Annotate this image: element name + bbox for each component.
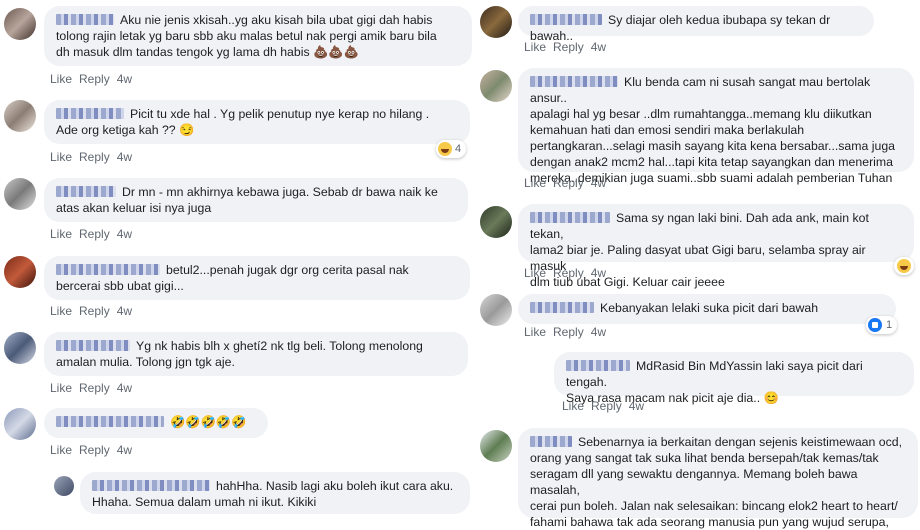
commenter-name[interactable] xyxy=(56,264,160,275)
timestamp[interactable]: 4w xyxy=(117,227,132,241)
timestamp[interactable]: 4w xyxy=(591,176,606,190)
timestamp[interactable]: 4w xyxy=(117,72,132,86)
avatar[interactable] xyxy=(480,430,512,462)
avatar[interactable] xyxy=(4,408,36,440)
commenter-name[interactable] xyxy=(530,76,618,87)
comment-text: Sebenarnya ia berkaitan dengan sejenis k… xyxy=(530,435,903,529)
commenter-name[interactable] xyxy=(56,14,114,25)
comment-bubble: MdRasid Bin MdYassin laki saya picit dar… xyxy=(554,352,914,405)
like-link[interactable]: Like xyxy=(50,443,72,457)
comment-actions: Like Reply 4w xyxy=(562,399,651,413)
reply-link[interactable]: Reply xyxy=(79,72,110,86)
comment-bubble: hahHha. Nasib lagi aku boleh ikut cara a… xyxy=(80,472,470,514)
comment-bubble: Yg nk habis blh x ghetí2 nk tlg beli. To… xyxy=(44,332,468,376)
emoji: 💩💩💩 xyxy=(313,45,359,59)
like-link[interactable]: Like xyxy=(562,399,584,413)
like-link[interactable]: Like xyxy=(524,266,546,280)
commenter-name[interactable] xyxy=(530,436,572,447)
reaction-count[interactable]: 4 xyxy=(436,140,467,158)
avatar[interactable] xyxy=(480,6,512,38)
reply-link[interactable]: Reply xyxy=(79,443,110,457)
avatar[interactable] xyxy=(54,476,74,496)
avatar[interactable] xyxy=(480,294,512,326)
reply-link[interactable]: Reply xyxy=(79,381,110,395)
like-reaction-icon xyxy=(868,318,882,332)
commenter-name[interactable] xyxy=(92,480,210,491)
comment-bubble: Kebanyakan lelaki suka picit dari bawah xyxy=(518,294,896,324)
like-link[interactable]: Like xyxy=(50,304,72,318)
comment-actions: Like Reply 4w xyxy=(524,176,613,190)
reply-link[interactable]: Reply xyxy=(553,325,584,339)
comment-actions: Like Reply 4w xyxy=(524,40,613,54)
timestamp[interactable]: 4w xyxy=(629,399,644,413)
comment-bubble: Sebenarnya ia berkaitan dengan sejenis k… xyxy=(518,428,918,529)
timestamp[interactable]: 4w xyxy=(591,266,606,280)
comment-bubble: Klu benda cam ni susah sangat mau bertol… xyxy=(518,68,914,185)
commenter-name[interactable] xyxy=(56,108,124,119)
haha-reaction-icon xyxy=(438,142,452,156)
emoji: 🤣🤣🤣🤣🤣 xyxy=(170,415,247,429)
like-link[interactable]: Like xyxy=(50,227,72,241)
reply-link[interactable]: Reply xyxy=(553,176,584,190)
commenter-name[interactable] xyxy=(56,416,164,427)
comment-actions: Like Reply 4w xyxy=(50,443,139,457)
timestamp[interactable]: 4w xyxy=(117,150,132,164)
comment-text: Klu benda cam ni susah sangat mau bertol… xyxy=(530,75,896,185)
emoji: 😊 xyxy=(763,391,779,405)
comment-actions: Like Reply 4w xyxy=(50,227,139,241)
comment-actions: Like Reply 4w xyxy=(524,266,613,280)
comment-bubble: Aku nie jenis xkisah..yg aku kisah bila … xyxy=(44,6,472,66)
comment-bubble: Sama sy ngan laki bini. Dah ada ank, mai… xyxy=(518,204,914,289)
commenter-name[interactable] xyxy=(530,14,602,25)
commenter-name[interactable] xyxy=(530,212,610,223)
timestamp[interactable]: 4w xyxy=(591,325,606,339)
haha-reaction-icon xyxy=(897,259,911,273)
reply-link[interactable]: Reply xyxy=(79,227,110,241)
avatar[interactable] xyxy=(4,178,36,210)
like-link[interactable]: Like xyxy=(524,325,546,339)
commenter-name[interactable] xyxy=(566,360,630,371)
commenter-name[interactable] xyxy=(56,186,116,197)
comment-bubble: betul2...penah jugak dgr org cerita pasa… xyxy=(44,256,470,300)
avatar[interactable] xyxy=(4,100,36,132)
timestamp[interactable]: 4w xyxy=(591,40,606,54)
comment-actions: Like Reply 4w xyxy=(50,150,139,164)
avatar[interactable] xyxy=(480,206,512,238)
reply-link[interactable]: Reply xyxy=(553,266,584,280)
avatar[interactable] xyxy=(4,256,36,288)
comment-bubble: Sy diajar oleh kedua ibubapa sy tekan dr… xyxy=(518,6,874,43)
reaction-count[interactable] xyxy=(894,257,914,275)
like-link[interactable]: Like xyxy=(524,40,546,54)
comment-actions: Like Reply 4w xyxy=(50,72,139,86)
avatar[interactable] xyxy=(4,8,36,40)
comment-bubble: 🤣🤣🤣🤣🤣 xyxy=(44,408,268,438)
reply-link[interactable]: Reply xyxy=(591,399,622,413)
like-link[interactable]: Like xyxy=(50,72,72,86)
avatar[interactable] xyxy=(480,70,512,102)
reply-link[interactable]: Reply xyxy=(79,150,110,164)
timestamp[interactable]: 4w xyxy=(117,381,132,395)
like-link[interactable]: Like xyxy=(50,381,72,395)
comment-bubble: Picit tu xde hal . Yg pelik penutup nye … xyxy=(44,100,470,144)
emoji: 😏 xyxy=(179,123,195,137)
comment-actions: Like Reply 4w xyxy=(50,381,139,395)
comment-bubble: Dr mn - mn akhirnya kebawa juga. Sebab d… xyxy=(44,178,468,222)
reaction-count[interactable]: 1 xyxy=(866,316,898,334)
comment-actions: Like Reply 4w xyxy=(50,304,139,318)
commenter-name[interactable] xyxy=(530,302,594,313)
timestamp[interactable]: 4w xyxy=(117,443,132,457)
like-link[interactable]: Like xyxy=(524,176,546,190)
reply-link[interactable]: Reply xyxy=(553,40,584,54)
commenter-name[interactable] xyxy=(56,340,130,351)
comment-actions: Like Reply 4w xyxy=(524,325,613,339)
comment-text: Kebanyakan lelaki suka picit dari bawah xyxy=(600,301,819,315)
timestamp[interactable]: 4w xyxy=(117,304,132,318)
reply-link[interactable]: Reply xyxy=(79,304,110,318)
like-link[interactable]: Like xyxy=(50,150,72,164)
avatar[interactable] xyxy=(4,332,36,364)
